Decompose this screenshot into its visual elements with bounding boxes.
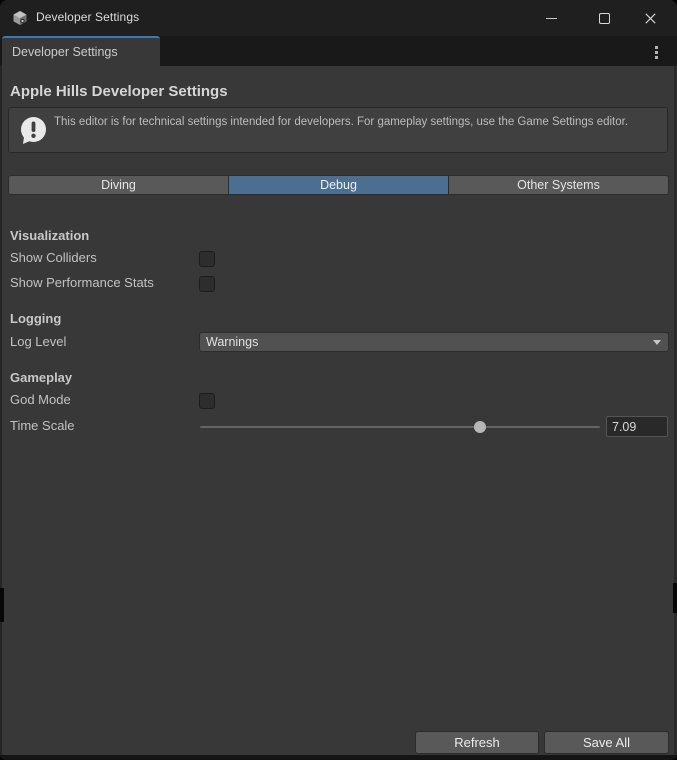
tab-label: Developer Settings xyxy=(12,45,118,59)
content-area xyxy=(0,66,677,755)
show-performance-stats-checkbox[interactable] xyxy=(199,276,215,292)
section-title-logging: Logging xyxy=(10,311,61,326)
log-level-dropdown[interactable]: Warnings xyxy=(199,332,669,352)
tab-developer-settings[interactable]: Developer Settings xyxy=(2,36,160,66)
time-scale-slider[interactable] xyxy=(200,419,600,435)
minimize-icon xyxy=(546,18,557,19)
window-bottom-edge xyxy=(0,755,677,760)
toolbar-tab-other-systems[interactable]: Other Systems xyxy=(449,176,668,194)
minimize-button[interactable] xyxy=(529,0,573,36)
close-icon xyxy=(645,13,656,24)
save-all-button[interactable]: Save All xyxy=(544,731,669,754)
refresh-button[interactable]: Refresh xyxy=(415,731,539,754)
maximize-icon xyxy=(599,13,610,24)
time-scale-value-field[interactable]: 7.09 xyxy=(606,416,668,437)
section-title-visualization: Visualization xyxy=(10,228,89,243)
window-title: Developer Settings xyxy=(36,10,139,24)
show-colliders-checkbox[interactable] xyxy=(199,251,215,267)
info-bubble-icon xyxy=(18,115,49,146)
helpbox-text: This editor is for technical settings in… xyxy=(54,114,634,130)
helpbox: This editor is for technical settings in… xyxy=(8,107,668,153)
time-scale-slider-thumb[interactable] xyxy=(474,421,486,433)
god-mode-label: God Mode xyxy=(10,392,71,407)
log-level-label: Log Level xyxy=(10,334,66,349)
time-scale-value: 7.09 xyxy=(607,420,636,434)
god-mode-checkbox[interactable] xyxy=(199,393,215,409)
toolbar-tab-diving[interactable]: Diving xyxy=(9,176,229,194)
chevron-down-icon xyxy=(653,340,661,345)
section-title-gameplay: Gameplay xyxy=(10,370,72,385)
page-title: Apple Hills Developer Settings xyxy=(10,83,228,100)
developer-settings-window: Developer Settings Developer Settings Ap… xyxy=(0,0,677,760)
settings-toolbar: Diving Debug Other Systems xyxy=(8,175,669,195)
close-button[interactable] xyxy=(628,0,672,36)
show-performance-stats-label: Show Performance Stats xyxy=(10,275,154,290)
toolbar-tab-debug[interactable]: Debug xyxy=(229,176,449,194)
window-menu-icon[interactable] xyxy=(649,44,663,60)
time-scale-label: Time Scale xyxy=(10,418,75,433)
slider-track xyxy=(200,426,600,428)
titlebar[interactable]: Developer Settings xyxy=(0,0,677,36)
background-notch-left xyxy=(0,588,4,622)
maximize-button[interactable] xyxy=(582,0,626,36)
unity-logo-icon xyxy=(12,10,28,26)
background-notch-right xyxy=(673,583,677,613)
log-level-value: Warnings xyxy=(200,335,653,349)
editor-tab-bar: Developer Settings xyxy=(0,36,677,66)
show-colliders-label: Show Colliders xyxy=(10,250,97,265)
